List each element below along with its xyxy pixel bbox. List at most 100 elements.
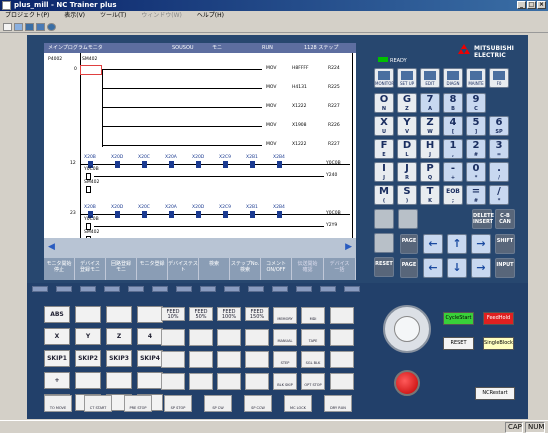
edit-key[interactable]: INPUT [495,258,515,278]
keypad-key[interactable]: 3 = [489,139,509,159]
menu-slot[interactable] [344,286,360,292]
operation-key[interactable]: Z [106,328,132,345]
jog-button[interactable] [189,329,213,346]
scroll-right-icon[interactable]: ▶ [345,242,352,252]
save-icon[interactable] [25,23,34,31]
softkey-comment-toggle[interactable]: コメント ON/OFF [261,258,292,280]
jog-button[interactable] [161,351,185,368]
help-key[interactable] [374,209,394,229]
function-button[interactable]: DRY RUN [324,395,352,412]
operation-key[interactable] [106,372,132,389]
edit-key[interactable]: C-B CAN [495,209,515,229]
keypad-key[interactable]: 9C [466,93,486,113]
arrow-key[interactable]: ← [423,234,443,254]
mode-button[interactable]: OPT STOP [301,373,325,390]
keypad-key[interactable]: HJ [420,139,440,159]
softkey-monitor-register[interactable]: モニタ登録 [137,258,168,280]
edit-key[interactable]: PAGE [400,234,418,254]
jog-button[interactable] [217,351,241,368]
menu-slot[interactable] [56,286,72,292]
mode-button[interactable]: SGL BLK [301,351,325,368]
aux-button[interactable] [330,351,354,368]
keypad-key[interactable]: TK [420,185,440,205]
menu-project[interactable]: プロジェクト(P) [5,12,49,19]
keypad-key[interactable]: XU [374,116,394,136]
aux-button[interactable] [330,307,354,324]
menu-slot[interactable] [248,286,264,292]
maximize-button[interactable]: □ [527,1,536,9]
operation-key[interactable]: 4 [137,328,163,345]
jog-button[interactable] [245,329,269,346]
keypad-key[interactable]: S) [397,185,417,205]
softkey-circuit-monitor[interactable]: 回路登録 モニ [106,258,137,280]
manual-pulse-dial[interactable] [383,305,431,353]
arrow-key[interactable]: ← [423,258,443,278]
function-key[interactable]: EDIT [420,68,440,88]
close-button[interactable]: × [537,1,546,9]
aux-button[interactable] [330,329,354,346]
softkey-step-search[interactable]: ステップNo. 検索 [230,258,261,280]
arrow-key[interactable]: → [471,234,491,254]
softkey-device-test[interactable]: デバイステスト [168,258,199,280]
mode-button[interactable]: BLK SKIP [273,373,297,390]
softkey-device-monitor[interactable]: デバイス 登録モニ [75,258,106,280]
arrow-key[interactable]: ↓ [447,258,467,278]
function-button[interactable]: MC LOCK [284,395,312,412]
jog-button[interactable] [189,373,213,390]
keypad-key[interactable]: YV [397,116,417,136]
operation-key[interactable]: SKIP1 [44,350,70,367]
function-key[interactable]: MAINTE [466,68,486,88]
softkey-device-batch[interactable]: デバイス 一括 [324,258,356,280]
feed-hold-button[interactable]: FeedHold [483,312,514,325]
operation-key[interactable] [137,306,163,323]
menu-slot[interactable] [272,286,288,292]
edit-key[interactable]: DELETE INSERT [472,209,494,229]
menu-slot[interactable] [224,286,240,292]
keypad-key[interactable]: JR [397,162,417,182]
menu-slot[interactable] [296,286,312,292]
minimize-button[interactable]: _ [517,1,526,9]
emergency-stop-button[interactable] [394,370,420,396]
arrow-key[interactable]: ↑ [447,234,467,254]
operation-key[interactable] [75,306,101,323]
mode-button[interactable]: MANUAL [273,329,297,346]
operation-key[interactable] [106,306,132,323]
aux-button[interactable] [330,373,354,390]
function-button[interactable]: CT START [84,395,112,412]
keypad-key[interactable]: PQ [420,162,440,182]
keypad-key[interactable]: EOB; [443,185,463,205]
window-key[interactable] [374,233,394,253]
jog-button[interactable] [245,373,269,390]
operation-key[interactable]: SKIP2 [75,350,101,367]
menu-slot[interactable] [152,286,168,292]
operation-key[interactable]: X [44,328,70,345]
print-icon[interactable] [36,23,45,31]
menu-view[interactable]: 表示(V) [64,12,85,19]
operation-key[interactable]: ABS [44,306,70,323]
jog-button[interactable] [217,373,241,390]
keypad-key[interactable]: FE [374,139,394,159]
menu-window[interactable]: ウィンドウ(W) [141,12,182,19]
keypad-key[interactable]: 8B [443,93,463,113]
function-button[interactable]: TO MOVE [44,395,72,412]
operation-key[interactable]: SKIP3 [106,350,132,367]
keypad-key[interactable]: 0 * [466,162,486,182]
mode-button[interactable]: MDI [301,307,325,324]
function-button[interactable]: PRE STOP [124,395,152,412]
jog-button[interactable] [217,329,241,346]
jog-button[interactable] [161,373,185,390]
keypad-key[interactable]: 6 SP [489,116,509,136]
function-key[interactable]: MONITOR [374,68,394,88]
arrow-key[interactable]: → [471,258,491,278]
keypad-key[interactable]: ON [374,93,394,113]
function-button[interactable]: SP CCW [244,395,272,412]
feed-override-button[interactable]: FEED 150% [245,307,269,321]
mode-button[interactable]: STEP [273,351,297,368]
operation-key[interactable]: SKIP4 [137,350,163,367]
menu-slot[interactable] [80,286,96,292]
keypad-key[interactable]: / * [489,185,509,205]
menu-slot[interactable] [128,286,144,292]
function-button[interactable]: SP STOP [164,395,192,412]
edit-key[interactable]: RESET [374,257,394,277]
keypad-key[interactable]: 2 # [466,139,486,159]
